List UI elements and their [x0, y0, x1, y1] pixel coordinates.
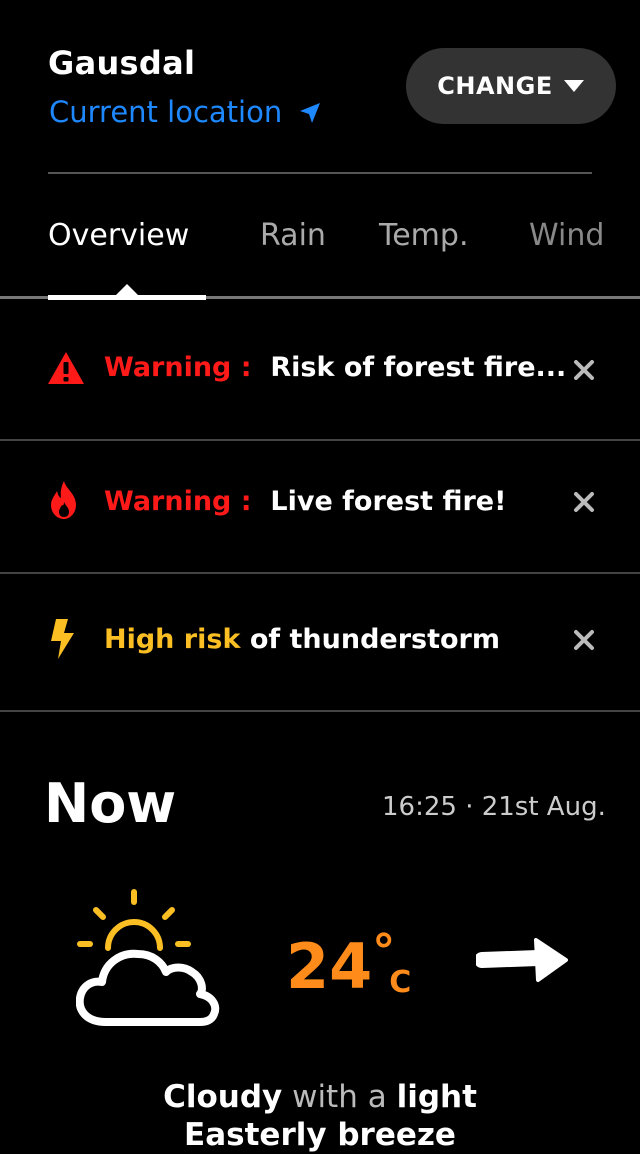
tab-temp[interactable]: Temp. — [379, 218, 469, 253]
desc-word-cloudy: Cloudy — [163, 1079, 283, 1115]
alert-thunderstorm[interactable]: High risk of thunderstorm — [0, 610, 640, 670]
tab-overview[interactable]: Overview — [48, 218, 189, 253]
desc-word-light: light — [396, 1079, 477, 1115]
lightning-icon — [48, 618, 76, 660]
alert-message: Risk of forest fire... — [270, 352, 567, 383]
temperature-value: 24 — [286, 930, 373, 1003]
close-icon[interactable] — [568, 486, 600, 518]
alert-prefix: Warning : — [104, 486, 252, 517]
chevron-down-icon — [563, 80, 584, 92]
fire-icon — [48, 480, 80, 520]
alert-live-forest-fire[interactable]: Warning : Live forest fire! — [0, 472, 640, 532]
alert-text: High risk of thunderstorm — [104, 624, 500, 655]
header-divider — [48, 172, 592, 174]
timestamp: 16:25 · 21st Aug. — [382, 792, 606, 822]
alert-text: Warning : Live forest fire! — [104, 486, 506, 517]
partly-cloudy-icon — [75, 886, 220, 1034]
tab-rain[interactable]: Rain — [260, 218, 326, 253]
tab-wind[interactable]: Wind — [529, 218, 619, 253]
weather-description: Cloudy with a light Easterly breeze — [0, 1078, 640, 1154]
wind-arrow-icon — [474, 936, 570, 988]
active-tab-caret — [115, 284, 139, 296]
temperature: 24°C — [286, 924, 412, 1003]
alert-divider — [0, 439, 640, 441]
current-location-link[interactable]: Current location — [49, 95, 322, 129]
warning-triangle-icon — [47, 350, 85, 386]
close-icon[interactable] — [568, 624, 600, 656]
close-icon[interactable] — [568, 354, 600, 386]
alert-message: Live forest fire! — [270, 486, 507, 517]
city-name: Gausdal — [48, 44, 196, 82]
alert-prefix: High risk — [104, 624, 241, 655]
desc-word-with: with a — [292, 1079, 387, 1115]
now-heading: Now — [44, 772, 177, 835]
change-label: CHANGE — [437, 72, 553, 100]
change-location-button[interactable]: CHANGE — [406, 48, 616, 124]
alert-message: of thunderstorm — [249, 624, 501, 655]
alert-divider — [0, 710, 640, 712]
alert-divider — [0, 572, 640, 574]
alert-prefix: Warning : — [104, 352, 252, 383]
current-location-label: Current location — [49, 95, 283, 129]
temperature-unit: C — [389, 965, 412, 1000]
alert-text: Warning : Risk of forest fire... — [104, 352, 566, 383]
alert-forest-fire-risk[interactable]: Warning : Risk of forest fire... — [0, 340, 640, 400]
desc-word-breeze: Easterly breeze — [184, 1117, 456, 1153]
location-arrow-icon — [300, 103, 321, 123]
